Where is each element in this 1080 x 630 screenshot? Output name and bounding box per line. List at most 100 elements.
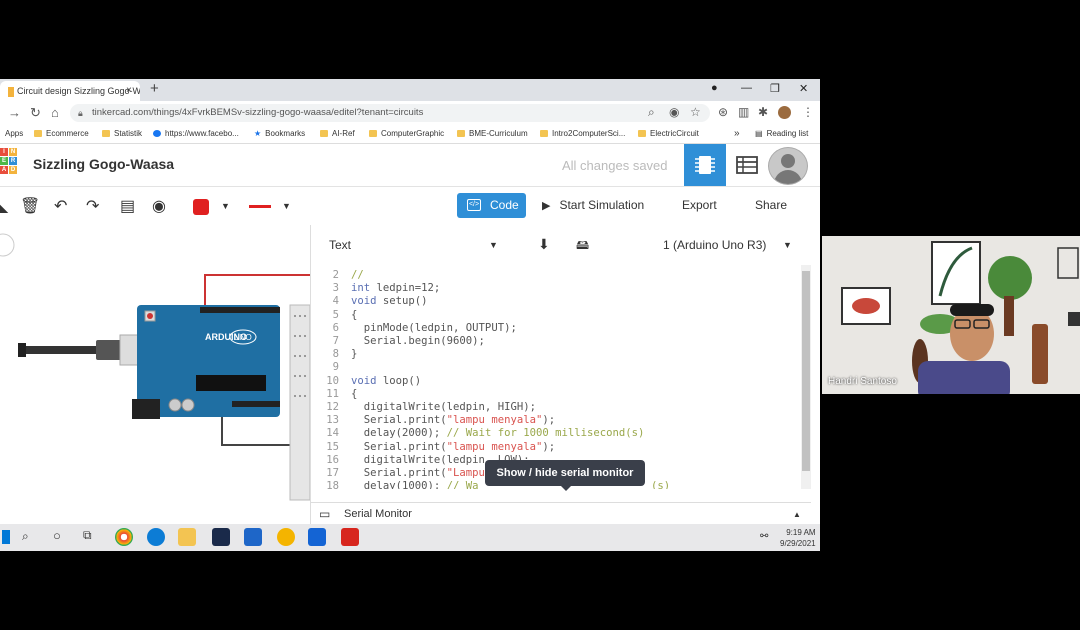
start-icon[interactable] — [2, 530, 10, 544]
folder-icon — [638, 130, 646, 137]
search-icon[interactable]: ⌕ — [22, 529, 29, 544]
user-avatar[interactable] — [768, 147, 808, 185]
reload-icon[interactable]: ↻ — [30, 105, 41, 121]
forward-icon[interactable]: → — [8, 105, 21, 120]
line-number: 5 — [332, 308, 339, 321]
list-icon — [736, 156, 758, 174]
wire-color-swatch[interactable] — [193, 199, 209, 215]
zoom-icon[interactable]: ⌕ — [648, 105, 655, 120]
line-number: 15 — [326, 440, 339, 453]
star-icon: ★ — [254, 129, 262, 138]
minimize-icon[interactable]: — — [741, 82, 752, 94]
line-number: 2 — [332, 269, 339, 281]
line-number: 12 — [326, 401, 339, 413]
bookmark-bme-curriculum[interactable]: BME-Curriculum — [457, 127, 528, 141]
bookmark-bookmarks[interactable]: ★ Bookmarks — [254, 127, 305, 141]
home-icon[interactable]: ⌂ — [51, 105, 59, 120]
component-list-button[interactable] — [726, 144, 768, 186]
color-dropdown-icon[interactable]: ▼ — [221, 201, 230, 211]
tinkercad-logo[interactable]: I N E R A D — [0, 148, 17, 182]
system-clock[interactable]: 9:19 AM 9/29/2021 — [780, 527, 816, 549]
bookmark-computergraphic[interactable]: ComputerGraphic — [369, 127, 444, 141]
download-icon[interactable]: ⬇ — [538, 236, 550, 253]
code-line: Serial.begin(9600); — [351, 335, 485, 347]
extension-icon[interactable]: ⊛ — [718, 105, 728, 119]
bookmark-electriccircuit[interactable]: ElectricCircuit — [638, 127, 699, 141]
code-line: { — [351, 308, 358, 321]
code-button[interactable]: </> Code — [457, 193, 526, 218]
editor-scrollbar[interactable] — [801, 265, 811, 489]
edge-taskbar-icon[interactable] — [147, 528, 165, 546]
undo-icon[interactable]: ↶ — [54, 196, 67, 216]
circuit-view-button[interactable] — [684, 144, 726, 186]
code-mode-dropdown[interactable]: Text ▼ — [329, 233, 509, 257]
url-text: tinkercad.com/things/4xFvrkBEMSv-sizzlin… — [92, 107, 424, 118]
upload-library-icon[interactable]: 🖴︎ — [576, 236, 589, 258]
export-button[interactable]: Export — [682, 193, 717, 218]
line-number: 3 — [332, 282, 339, 295]
line-number: 10 — [326, 374, 339, 387]
tab-close-icon[interactable]: × — [126, 81, 132, 101]
arduino-circuit-drawing: ARDUINO UNO — [0, 233, 311, 501]
project-title[interactable]: Sizzling Gogo-Waasa — [33, 156, 174, 172]
url-bar[interactable]: 🔒︎ tinkercad.com/things/4xFvrkBEMSv-sizz… — [70, 104, 710, 122]
cortana-icon[interactable]: ○ — [53, 528, 61, 543]
reader-icon[interactable]: ▥ — [738, 105, 749, 119]
visibility-icon[interactable]: ◉ — [152, 196, 166, 216]
bookmark-star-icon[interactable]: ☆ — [690, 105, 701, 119]
breadboard — [289, 304, 311, 501]
mail-taskbar-icon[interactable] — [244, 528, 262, 546]
bookmarks-overflow[interactable]: » — [734, 127, 740, 141]
start-simulation-button[interactable]: ▶ Start Simulation — [542, 193, 644, 218]
participant-video-tile[interactable]: Handri Santoso — [822, 236, 1080, 394]
task-view-icon[interactable]: ⧉ — [83, 528, 92, 543]
share-button[interactable]: Share — [755, 193, 787, 218]
delete-icon[interactable]: 🗑︎ — [20, 196, 40, 216]
acrobat-taskbar-icon[interactable] — [341, 528, 359, 546]
menu-dots-icon[interactable]: ⋮ — [802, 105, 814, 119]
lock-icon: 🔒︎ — [78, 108, 83, 118]
code-editor[interactable]: 2345678910111213141516171819 //int ledpi… — [311, 265, 801, 489]
meeting-frame: Circuit design Sizzling Gogo-Wa... × + ●… — [0, 0, 1080, 630]
zoom-taskbar-icon[interactable] — [308, 528, 326, 546]
file-explorer-icon[interactable] — [178, 528, 196, 546]
zoom-fit-icon — [0, 233, 15, 257]
redo-icon[interactable]: ↷ — [86, 196, 99, 216]
device-dropdown[interactable]: 1 (Arduino Uno R3) ▼ — [663, 233, 803, 257]
network-icon[interactable]: ⚯ — [760, 531, 768, 542]
profile-indicator-icon[interactable]: ● — [711, 82, 718, 94]
line-number: 9 — [332, 361, 339, 374]
wire-type-dropdown-icon[interactable]: ▼ — [282, 201, 291, 211]
circuit-canvas[interactable]: ARDUINO UNO — [0, 225, 311, 525]
wire-type-icon[interactable] — [249, 205, 271, 208]
bookmark-intro2computersci[interactable]: Intro2ComputerSci... — [540, 127, 625, 141]
browser-tab[interactable]: Circuit design Sizzling Gogo-Wa... — [0, 81, 140, 101]
puzzle-icon[interactable]: ✱ — [758, 105, 768, 119]
notes-icon[interactable]: ▤ — [120, 196, 135, 216]
bookmark-statistik[interactable]: Statistik — [102, 127, 142, 141]
editor-toolbar: ◣ 🗑︎ ↶ ↷ ▤ ◉ ▼ ▼ </> Code ▶ Start Simulat… — [0, 187, 820, 225]
line-number: 16 — [326, 453, 339, 466]
chrome-taskbar-icon[interactable] — [115, 528, 133, 546]
eye-icon[interactable]: ◉ — [669, 105, 679, 119]
close-window-icon[interactable]: ✕ — [799, 82, 808, 95]
line-number: 7 — [332, 335, 339, 347]
bookmark-facebook[interactable]: https://www.facebo... — [153, 127, 239, 141]
rotate-icon[interactable]: ◣ — [0, 196, 8, 216]
line-number: 6 — [332, 321, 339, 334]
profile-avatar-icon[interactable] — [778, 106, 791, 119]
new-tab-button[interactable]: + — [150, 80, 159, 97]
bookmark-ecommerce[interactable]: Ecommerce — [34, 127, 89, 141]
participant-video-image — [822, 236, 1080, 394]
chrome-canary-icon[interactable] — [277, 528, 295, 546]
red-wire — [204, 274, 310, 305]
digital-header — [200, 307, 280, 313]
bookmark-reading-list[interactable]: ▤ Reading list — [755, 127, 808, 141]
bookmark-ai-ref[interactable]: AI-Ref — [320, 127, 355, 141]
tab-title: Circuit design Sizzling Gogo-Wa... — [17, 86, 140, 96]
bookmark-apps[interactable]: Apps — [5, 127, 23, 141]
app-taskbar-icon[interactable] — [212, 528, 230, 546]
restore-icon[interactable]: ❐ — [770, 82, 780, 95]
serial-monitor-bar[interactable]: ▭ Serial Monitor ▲ — [311, 502, 811, 526]
expand-up-icon[interactable]: ▲ — [793, 503, 801, 526]
